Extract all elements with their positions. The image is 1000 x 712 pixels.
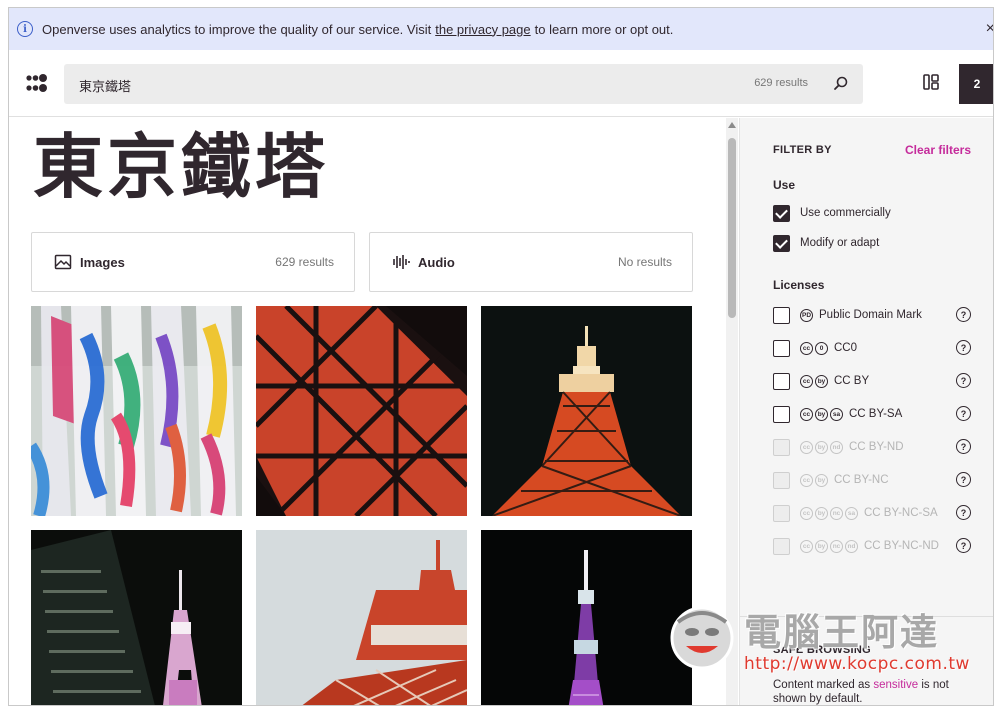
scroll-thumb[interactable] — [728, 138, 736, 318]
help-icon[interactable]: ? — [956, 340, 971, 355]
filter-by-heading: FILTER BY — [773, 144, 832, 156]
license-label: CC BY-SA — [849, 408, 903, 420]
audio-card-results: No results — [617, 255, 672, 269]
image-result[interactable] — [256, 530, 467, 705]
results-scrollbar[interactable] — [726, 118, 738, 705]
info-icon: i — [17, 21, 33, 37]
image-result[interactable] — [481, 530, 692, 705]
image-icon — [54, 254, 72, 270]
help-icon[interactable]: ? — [956, 472, 971, 487]
checkbox-disabled — [773, 504, 790, 522]
close-icon[interactable]: × — [986, 20, 993, 38]
browser-viewport: i Openverse uses analytics to improve th… — [8, 7, 994, 706]
license-cc-by[interactable]: cc by CC BY — [773, 371, 973, 391]
help-icon[interactable]: ? — [956, 406, 971, 421]
license-cc-by-nc[interactable]: cc by CC BY-NC — [773, 470, 973, 490]
images-card[interactable]: Images 629 results — [31, 232, 355, 292]
checkbox[interactable] — [773, 306, 790, 324]
license-cc-by-sa[interactable]: cc by sa CC BY-SA — [773, 404, 973, 424]
checkbox[interactable] — [773, 405, 790, 423]
sensitive-link[interactable]: sensitive — [873, 679, 918, 691]
search-icon[interactable] — [833, 75, 849, 91]
cc0-icon: cc 0 — [800, 341, 828, 355]
cc-by-icon: cc by — [800, 374, 828, 388]
license-label: CC BY-NC — [834, 474, 889, 486]
license-label: CC BY-NC-SA — [864, 507, 938, 519]
checkbox-disabled — [773, 438, 790, 456]
cc-by-sa-icon: cc by sa — [800, 407, 843, 421]
tower-lattice-photo — [256, 306, 467, 516]
license-label: CC BY-ND — [849, 441, 904, 453]
image-result[interactable] — [31, 306, 242, 516]
pdm-icon: PD — [800, 308, 813, 322]
site-header: 東京鐵塔 629 results 2 — [9, 50, 993, 117]
checkbox[interactable] — [773, 372, 790, 390]
search-bar[interactable]: 東京鐵塔 629 results — [64, 64, 863, 104]
license-label: CC BY — [834, 375, 870, 387]
license-cc-by-nd[interactable]: cc by nd CC BY-ND — [773, 437, 973, 457]
license-public-domain-mark[interactable]: PD Public Domain Mark — [773, 305, 973, 325]
openverse-logo[interactable] — [26, 73, 48, 93]
image-result[interactable] — [31, 530, 242, 705]
help-icon[interactable]: ? — [956, 505, 971, 520]
search-input[interactable]: 東京鐵塔 — [79, 76, 131, 95]
analytics-banner: i Openverse uses analytics to improve th… — [9, 8, 993, 50]
checkbox-disabled — [773, 471, 790, 489]
filter-sidebar: FILTER BY Clear filters Use Use commerci… — [739, 118, 993, 705]
sidebar-divider — [740, 616, 993, 617]
media-type-cards: Images 629 results Audio No results — [31, 232, 693, 292]
checkbox-disabled — [773, 537, 790, 555]
checkbox[interactable] — [773, 339, 790, 357]
help-icon[interactable]: ? — [956, 307, 971, 322]
cc-by-nc-sa-icon: cc by nc sa — [800, 506, 858, 520]
audio-waveform-icon — [393, 255, 410, 269]
checkbox-label: Use commercially — [800, 207, 891, 219]
safe-browsing-text: Content marked as sensitive is not shown… — [773, 678, 973, 705]
license-label: CC0 — [834, 342, 858, 354]
help-icon[interactable]: ? — [956, 439, 971, 454]
filter-layout-icon[interactable] — [923, 74, 939, 90]
checkbox-label: Modify or adapt — [800, 237, 880, 249]
license-label: Public Domain Mark — [819, 309, 922, 321]
cc-by-nc-icon: cc by — [800, 473, 828, 487]
checkbox-checked[interactable] — [773, 234, 790, 252]
filter-count-button[interactable]: 2 — [959, 64, 993, 104]
skytree-purple-photo — [481, 530, 692, 705]
checkbox-checked[interactable] — [773, 204, 790, 222]
help-icon[interactable]: ? — [956, 538, 971, 553]
image-result[interactable] — [481, 306, 692, 516]
page-title: 東京鐵塔 — [33, 128, 329, 206]
images-card-label: Images — [80, 254, 125, 270]
license-cc-by-nc-sa[interactable]: cc by nc sa CC BY-NC-SA — [773, 503, 973, 523]
koinobori-photo — [31, 306, 242, 516]
clear-filters-button[interactable]: Clear filters — [905, 143, 971, 157]
audio-card-label: Audio — [418, 254, 455, 270]
skytree-building-photo — [31, 530, 242, 705]
privacy-page-link[interactable]: the privacy page — [435, 22, 530, 37]
license-cc-by-nc-nd[interactable]: cc by nc nd CC BY-NC-ND — [773, 536, 973, 556]
scroll-up-icon[interactable] — [728, 122, 736, 128]
image-result[interactable] — [256, 306, 467, 516]
images-card-results: 629 results — [275, 255, 334, 269]
tower-top-photo — [481, 306, 692, 516]
audio-card[interactable]: Audio No results — [369, 232, 693, 292]
banner-text-after: to learn more or opt out. — [534, 21, 674, 37]
search-results: 東京鐵塔 Images 629 results Audio No results — [9, 118, 729, 705]
help-icon[interactable]: ? — [956, 373, 971, 388]
safe-text-before: Content marked as — [773, 679, 871, 691]
modify-or-adapt-checkbox[interactable]: Modify or adapt — [773, 233, 973, 253]
image-grid — [31, 306, 692, 705]
cc-by-nd-icon: cc by nd — [800, 440, 843, 454]
license-cc0[interactable]: cc 0 CC0 — [773, 338, 973, 358]
safe-browsing-heading: SAFE BROWSING — [773, 644, 872, 656]
cc-by-nc-nd-icon: cc by nc nd — [800, 539, 858, 553]
license-label: CC BY-NC-ND — [864, 540, 939, 552]
tower-observatory-photo — [256, 530, 467, 705]
search-result-count: 629 results — [754, 77, 808, 89]
use-heading: Use — [773, 178, 796, 192]
banner-text: Openverse uses analytics to improve the … — [42, 21, 432, 37]
licenses-heading: Licenses — [773, 278, 825, 292]
use-commercially-checkbox[interactable]: Use commercially — [773, 203, 973, 223]
